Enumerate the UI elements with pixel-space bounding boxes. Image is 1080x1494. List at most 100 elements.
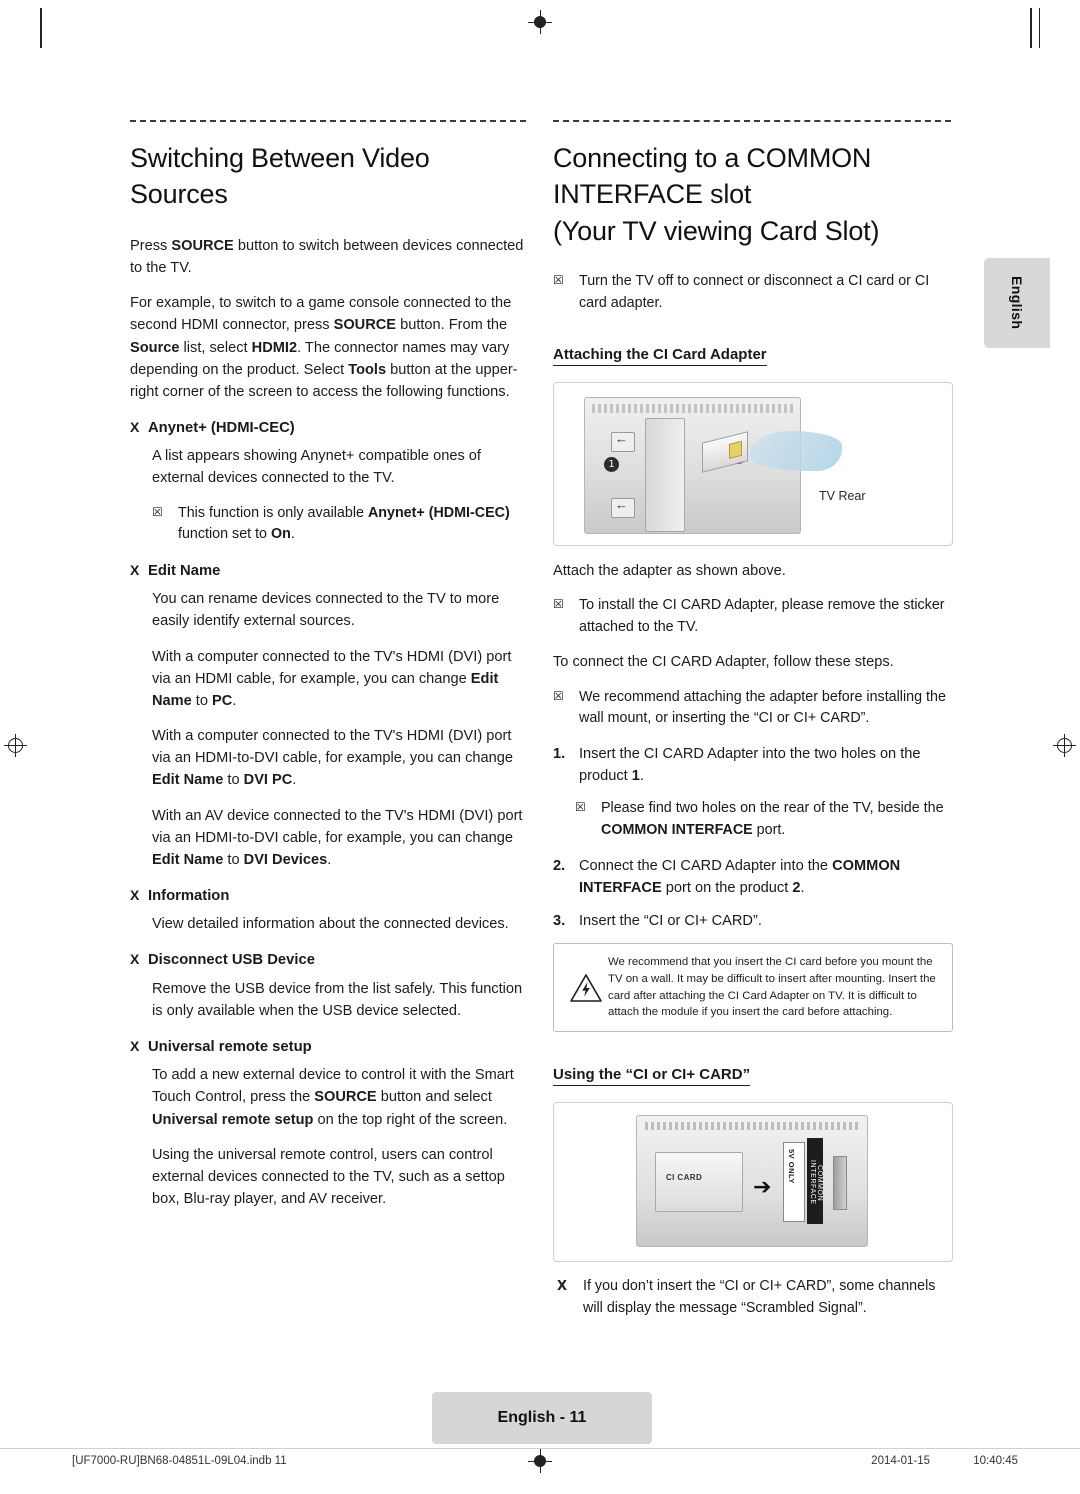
numbered-step: 1. Insert the CI CARD Adapter into the t… — [553, 743, 953, 787]
section-heading-attaching: Attaching the CI Card Adapter — [553, 346, 767, 366]
title-line-2: INTERFACE slot — [553, 179, 752, 210]
crop-mark-top-left — [40, 8, 42, 48]
page-title-right: Connecting to a COMMON INTERFACE slot (Y… — [553, 140, 953, 249]
section-divider-left — [130, 120, 526, 122]
step-text: Insert the “CI or CI+ CARD”. — [579, 913, 762, 930]
right-column: Connecting to a COMMON INTERFACE slot (Y… — [553, 120, 953, 1332]
list-item: X Universal remote setup — [130, 1036, 530, 1058]
registration-mark-bottom — [528, 1449, 552, 1473]
note-marker-icon: ☒ — [553, 596, 564, 611]
step-index: 2. — [553, 857, 566, 874]
note-block: ☒ Turn the TV off to connect or disconne… — [553, 271, 953, 314]
intro-paragraph-2: For example, to switch to a game console… — [130, 295, 518, 400]
x-marker-icon: X — [130, 887, 140, 904]
card-slot: 5V ONLY — [783, 1141, 805, 1222]
section-heading-using: Using the “CI or CI+ CARD” — [553, 1066, 751, 1086]
numbered-step: 2. Connect the CI CARD Adapter into the … — [553, 855, 953, 899]
insert-arrow-icon: ➔ — [753, 1173, 772, 1199]
registration-mark-right — [1053, 734, 1076, 757]
warning-triangle-icon — [564, 954, 608, 1021]
list-item-body: View detailed information about the conn… — [152, 916, 509, 933]
list-item-body: Remove the USB device from the list safe… — [152, 980, 523, 1019]
list-item: X Edit Name — [130, 560, 530, 582]
list-item-heading: Universal remote setup — [148, 1039, 312, 1056]
list-item: X Information — [130, 885, 530, 907]
note-marker-icon: ☒ — [575, 800, 586, 815]
note-block: ☒ Please find two holes on the rear of t… — [575, 798, 953, 841]
note-marker-icon: ☒ — [553, 688, 564, 703]
figure-ci-card-insert: CI CARD ➔ 5V ONLY COMMON INTERFACE — [553, 1101, 953, 1262]
vent-dots — [592, 403, 793, 413]
language-side-tab-label: English — [1009, 276, 1025, 330]
language-side-tab: English — [984, 258, 1050, 348]
note-text: We recommend attaching the adapter befor… — [579, 688, 946, 727]
arrow-left-bottom-icon — [611, 497, 635, 518]
adapter-plate — [645, 417, 685, 532]
list-item-body: To add a new external device to control … — [152, 1067, 514, 1128]
figure-label-tv-rear: TV Rear — [819, 488, 866, 503]
list-item-heading: Disconnect USB Device — [148, 952, 315, 969]
caution-text: We recommend that you insert the CI card… — [608, 956, 936, 1019]
note-text: To install the CI CARD Adapter, please r… — [579, 596, 945, 635]
list-item-heading: Information — [148, 888, 230, 905]
step-index: 1. — [553, 745, 566, 762]
ci-card-body — [702, 431, 748, 473]
footer-file-reference: [UF7000-RU]BN68-04851L-09L04.indb 11 — [72, 1455, 287, 1467]
x-marker-icon: X — [130, 419, 140, 436]
common-interface-label: COMMON INTERFACE — [807, 1137, 823, 1224]
left-column: Switching Between Video Sources Press SO… — [130, 120, 530, 1223]
attach-paragraph: Attach the adapter as shown above. — [553, 562, 786, 579]
note-block: ☒ To install the CI CARD Adapter, please… — [553, 595, 953, 638]
footer-date: 2014-01-15 — [871, 1455, 930, 1467]
ci-card-illustration — [702, 429, 754, 477]
note-marker-icon: ☒ — [152, 504, 163, 519]
note-block: ☒ This function is only available Anynet… — [152, 503, 530, 546]
x-marker-icon: X — [130, 951, 140, 968]
registration-mark-top — [528, 10, 552, 34]
crop-mark-top-right — [1038, 8, 1040, 48]
crop-mark-left-edge — [1030, 8, 1032, 48]
list-item: X Anynet+ (HDMI-CEC) — [130, 417, 530, 439]
note-text: This function is only available Anynet+ … — [178, 504, 510, 543]
section-divider-right — [553, 120, 951, 122]
note-block: ☒ We recommend attaching the adapter bef… — [553, 687, 953, 730]
arrow-left-top-icon — [611, 431, 635, 452]
list-item: X Disconnect USB Device — [130, 949, 530, 971]
x-marker-icon: X — [130, 1038, 140, 1055]
x-marker-icon: X — [130, 562, 140, 579]
vent-dots — [645, 1121, 859, 1130]
numbered-step: 3. Insert the “CI or CI+ CARD”. — [553, 910, 953, 932]
figure-ci-card-adapter: 1 2 TV Rear — [553, 381, 953, 546]
tv-rear-illustration-2: CI CARD ➔ 5V ONLY COMMON INTERFACE — [636, 1114, 868, 1247]
note-text: If you don’t insert the “CI or CI+ CARD”… — [583, 1277, 936, 1316]
callout-badge-1: 1 — [604, 456, 619, 472]
note-block: X If you don’t insert the “CI or CI+ CAR… — [557, 1276, 953, 1319]
intro-paragraph-1: Press SOURCE button to switch between de… — [130, 237, 524, 277]
step-text: Insert the CI CARD Adapter into the two … — [579, 745, 921, 785]
document-page: Switching Between Video Sources Press SO… — [0, 0, 1080, 1494]
footer-divider — [0, 1448, 1080, 1449]
note-text: Please find two holes on the rear of the… — [601, 800, 944, 839]
slot-voltage-label: 5V ONLY — [787, 1148, 796, 1184]
caution-box: We recommend that you insert the CI card… — [553, 943, 953, 1032]
note-text: Turn the TV off to connect or disconnect… — [579, 273, 930, 312]
port-bar — [833, 1155, 847, 1210]
steps-intro-paragraph: To connect the CI CARD Adapter, follow t… — [553, 654, 894, 671]
list-item-body-2: With a computer connected to the TV's HD… — [152, 648, 512, 709]
footer-time: 10:40:45 — [973, 1455, 1018, 1467]
title-line-3: (Your TV viewing Card Slot) — [553, 215, 880, 246]
step-index: 3. — [553, 913, 566, 930]
title-line-1: Connecting to a COMMON — [553, 143, 872, 173]
ci-card-label: CI CARD — [666, 1172, 703, 1182]
list-item-body-4: With an AV device connected to the TV's … — [152, 807, 523, 868]
motion-swoosh — [750, 430, 842, 471]
list-item-body-3: With a computer connected to the TV's HD… — [152, 728, 513, 789]
note-marker-icon: ☒ — [553, 273, 564, 288]
page-number-label: English - 11 — [497, 1409, 587, 1426]
card-chip — [729, 440, 742, 459]
registration-mark-left — [4, 734, 27, 757]
list-item-body: A list appears showing Anynet+ compatibl… — [152, 448, 481, 487]
ci-card-graphic: CI CARD — [655, 1151, 743, 1212]
list-item-heading: Edit Name — [148, 563, 221, 580]
page-title-left: Switching Between Video Sources — [130, 143, 430, 210]
